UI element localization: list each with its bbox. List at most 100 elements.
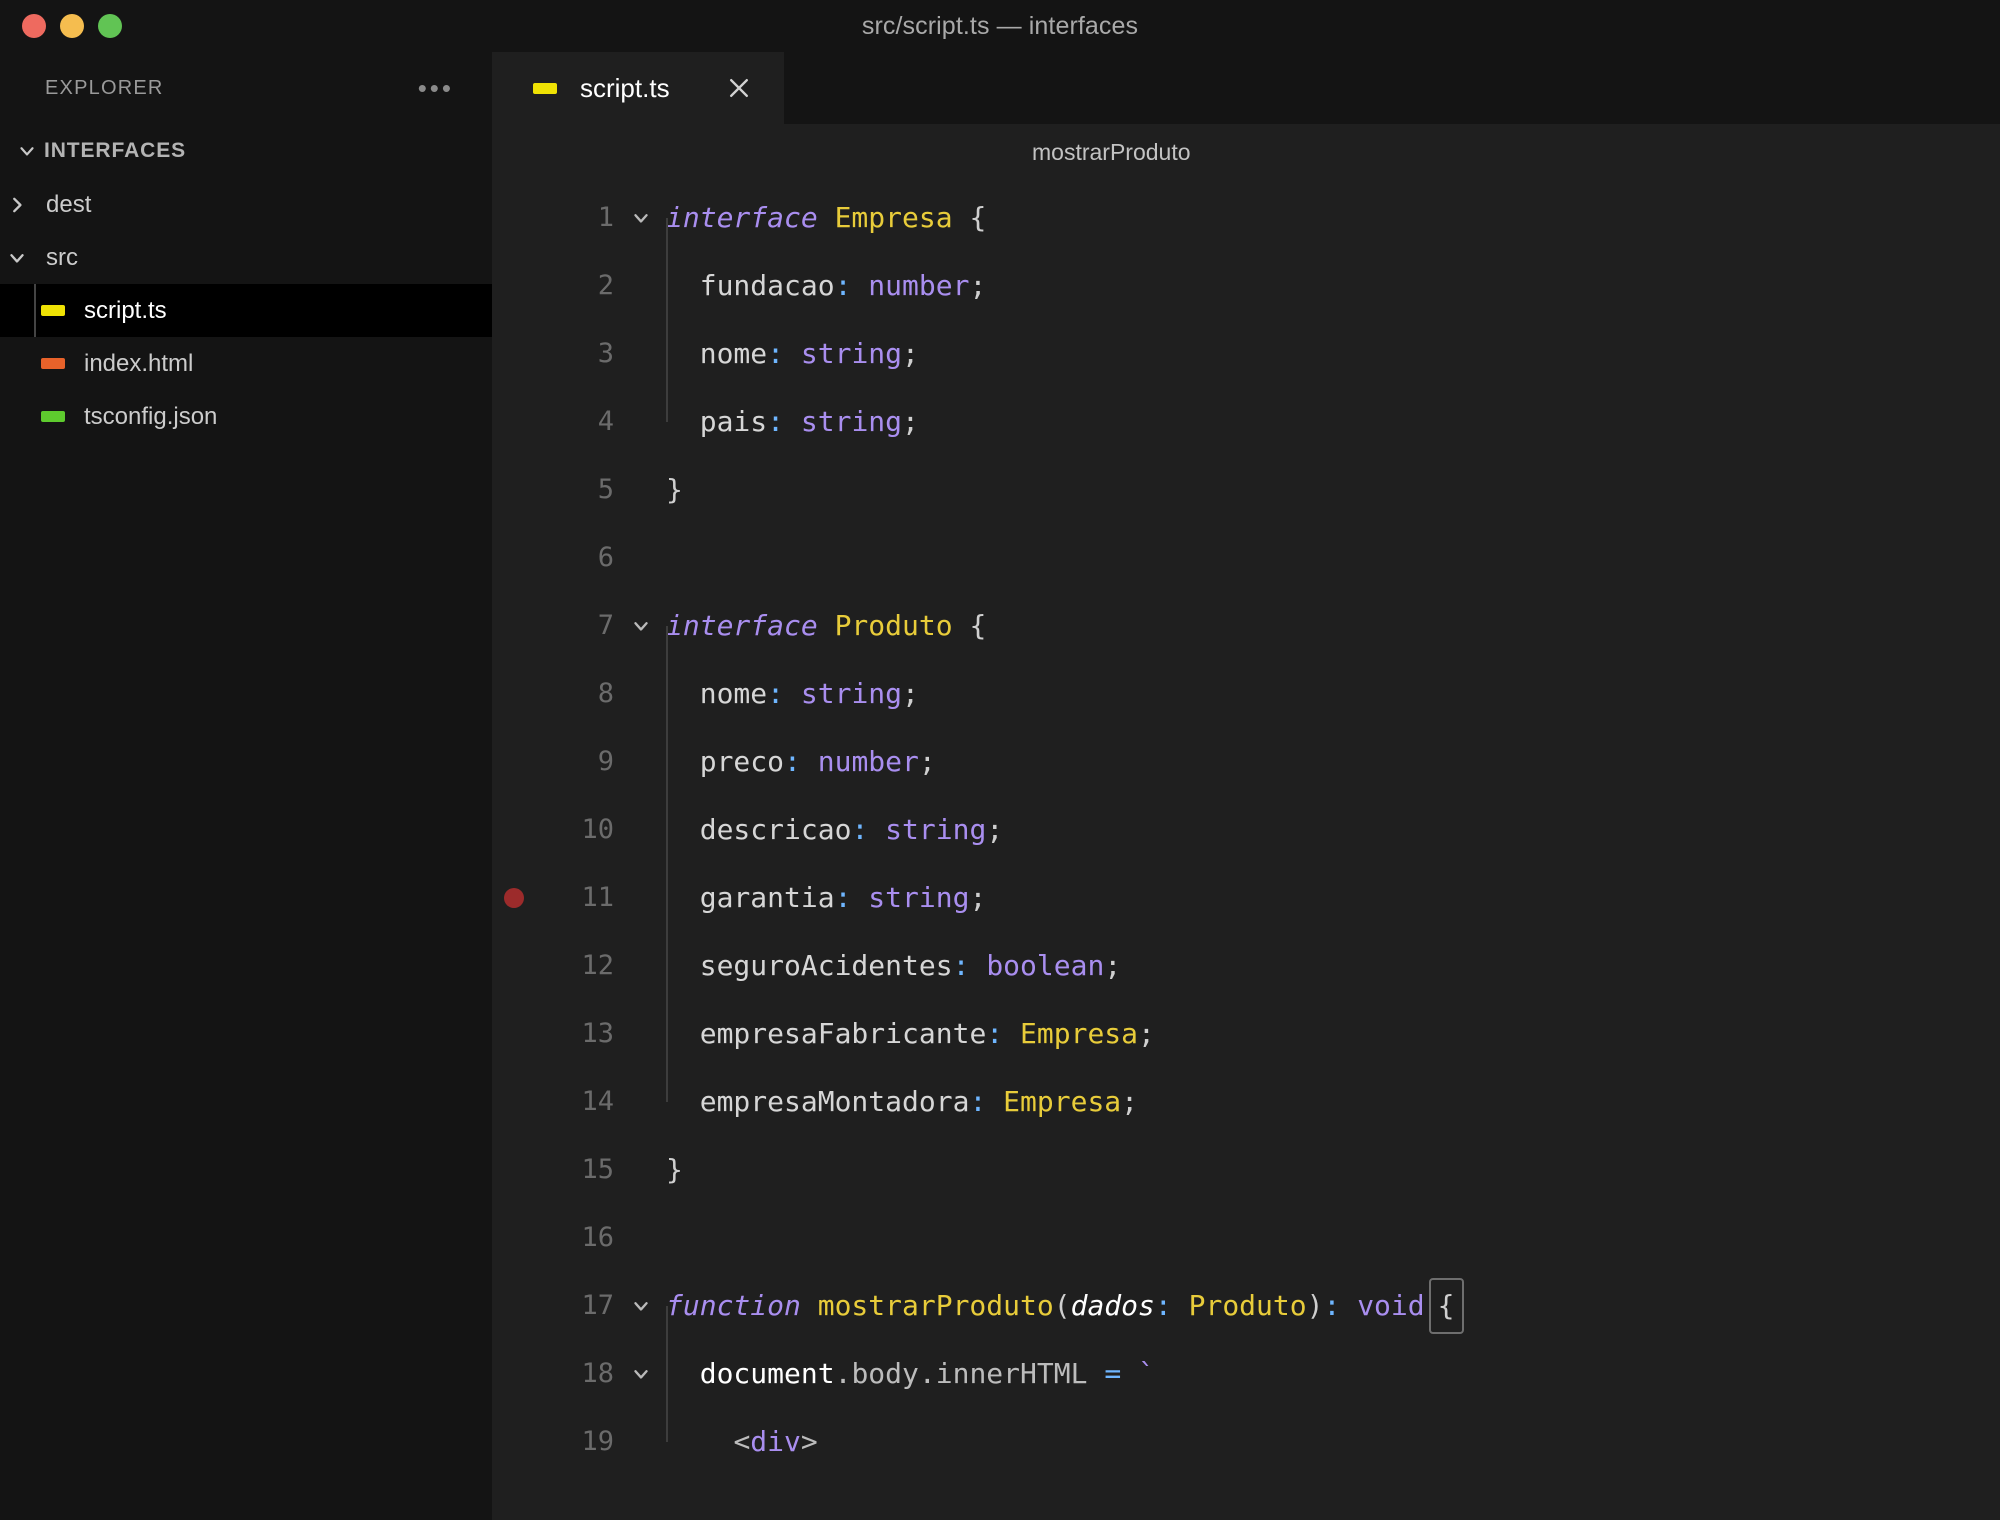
token: nome xyxy=(699,677,768,710)
code-line-16[interactable]: 16 xyxy=(492,1204,2000,1272)
token: ; xyxy=(1104,949,1122,982)
token: Empresa xyxy=(1020,1017,1139,1050)
token: fundacao xyxy=(699,269,835,302)
line-number: 6 xyxy=(597,542,614,573)
workbench: EXPLORER ••• INTERFACES dest src script.ts… xyxy=(0,52,2000,1520)
token: : xyxy=(767,337,785,370)
code-line-9[interactable]: 9 preco: number; xyxy=(492,694,2000,796)
token: void xyxy=(1357,1289,1425,1322)
indent-guide xyxy=(666,354,700,456)
code-line-17[interactable]: 17 function mostrarProduto(dados: Produto… xyxy=(492,1272,2000,1340)
token: { xyxy=(1428,1278,1464,1334)
line-number: 12 xyxy=(581,950,614,981)
line-number: 3 xyxy=(597,338,614,369)
tree-item-label: src xyxy=(46,243,78,271)
tree-item-label: script.ts xyxy=(84,296,167,324)
line-content: nome: string; xyxy=(666,286,919,388)
token: : xyxy=(986,1017,1004,1050)
token: > xyxy=(800,1425,818,1458)
line-content: document. body. innerHTML = ` xyxy=(666,1306,1155,1408)
code-line-4[interactable]: 4 pais: string; xyxy=(492,354,2000,456)
token: . xyxy=(918,1357,936,1390)
code-line-19[interactable]: 19 < div > xyxy=(492,1374,2000,1476)
indent-guide xyxy=(666,898,700,1000)
code-line-7[interactable]: 7 interface Produto { xyxy=(492,592,2000,660)
indent-guide xyxy=(666,694,700,796)
editor-tab-bar: script.ts xyxy=(492,52,2000,124)
ellipsis-icon[interactable]: ••• xyxy=(414,75,458,101)
code-line-10[interactable]: 10 descricao: string; xyxy=(492,762,2000,864)
chevron-right-icon[interactable] xyxy=(0,194,34,216)
line-content: } xyxy=(666,456,683,524)
token: { xyxy=(969,609,987,642)
code-line-5[interactable]: 5} xyxy=(492,456,2000,524)
line-number: 19 xyxy=(581,1426,614,1457)
line-number: 8 xyxy=(597,678,614,709)
minimize-window-button[interactable] xyxy=(60,14,84,38)
code-line-6[interactable]: 6 xyxy=(492,524,2000,592)
code-line-13[interactable]: 13 empresaFabricante: Empresa; xyxy=(492,966,2000,1068)
tree-item-label: tsconfig.json xyxy=(84,402,218,430)
token: number xyxy=(817,745,919,778)
code-line-2[interactable]: 2 fundacao: number; xyxy=(492,218,2000,320)
explorer-root-label: INTERFACES xyxy=(44,139,187,162)
code-line-1[interactable]: 1 interface Empresa { xyxy=(492,184,2000,252)
explorer-title: EXPLORER xyxy=(45,76,164,99)
code-line-18[interactable]: 18 document. body. innerHTML = ` xyxy=(492,1306,2000,1408)
token: ; xyxy=(1121,1085,1139,1118)
chevron-down-icon[interactable] xyxy=(616,1363,666,1385)
code-line-11[interactable]: 11 garantia: string; xyxy=(492,830,2000,932)
tree-item-src[interactable]: src xyxy=(0,231,492,284)
tree-item-dest[interactable]: dest xyxy=(0,178,492,231)
tree-item-tsconfig-json[interactable]: tsconfig.json xyxy=(0,390,492,443)
token: boolean xyxy=(986,949,1105,982)
code-line-14[interactable]: 14 empresaMontadora: Empresa; xyxy=(492,1034,2000,1136)
code-line-3[interactable]: 3 nome: string; xyxy=(492,286,2000,388)
tab-script-ts[interactable]: script.ts xyxy=(492,52,784,124)
line-number: 15 xyxy=(581,1154,614,1185)
line-number: 18 xyxy=(581,1358,614,1389)
explorer-root-folder[interactable]: INTERFACES xyxy=(0,124,492,178)
tree-item-index-html[interactable]: index.html xyxy=(0,337,492,390)
code-line-15[interactable]: 15} xyxy=(492,1136,2000,1204)
file-tree: dest src script.ts index.html tsconfig.json xyxy=(0,178,492,443)
breakpoint-dot[interactable] xyxy=(504,888,524,908)
code-line-12[interactable]: 12 seguroAcidentes: boolean; xyxy=(492,898,2000,1000)
editor-group: script.ts mostrarProduto 1 interface Empr… xyxy=(492,52,2000,1520)
file-type-icon xyxy=(34,411,72,422)
code-editor[interactable]: 1 interface Empresa {2 fundacao: number; 3… xyxy=(492,180,2000,1520)
token: ; xyxy=(969,881,987,914)
token: ; xyxy=(902,405,919,438)
maximize-window-button[interactable] xyxy=(98,14,122,38)
chevron-down-icon[interactable] xyxy=(616,1295,666,1317)
breadcrumb[interactable]: mostrarProduto xyxy=(492,124,2000,180)
token: pais xyxy=(699,405,768,438)
chevron-down-icon[interactable] xyxy=(616,615,666,637)
token: ( xyxy=(1053,1289,1071,1322)
line-content: < div > xyxy=(666,1374,818,1476)
chevron-down-icon[interactable] xyxy=(616,207,666,229)
line-content: garantia: string; xyxy=(666,830,987,932)
title-bar: src/script.ts — interfaces xyxy=(0,0,2000,52)
close-icon[interactable] xyxy=(720,69,758,107)
token: descricao xyxy=(699,813,852,846)
token: interface xyxy=(666,201,818,234)
close-window-button[interactable] xyxy=(22,14,46,38)
token: string xyxy=(800,337,903,370)
chevron-down-icon[interactable] xyxy=(0,247,34,269)
token: } xyxy=(666,473,683,506)
line-number: 5 xyxy=(597,474,614,505)
tree-item-script-ts[interactable]: script.ts xyxy=(0,284,492,337)
token: nome xyxy=(699,337,768,370)
breakpoint-gutter[interactable] xyxy=(492,888,536,908)
token: garantia xyxy=(699,881,835,914)
code-line-8[interactable]: 8 nome: string; xyxy=(492,626,2000,728)
token: = xyxy=(1104,1357,1122,1390)
